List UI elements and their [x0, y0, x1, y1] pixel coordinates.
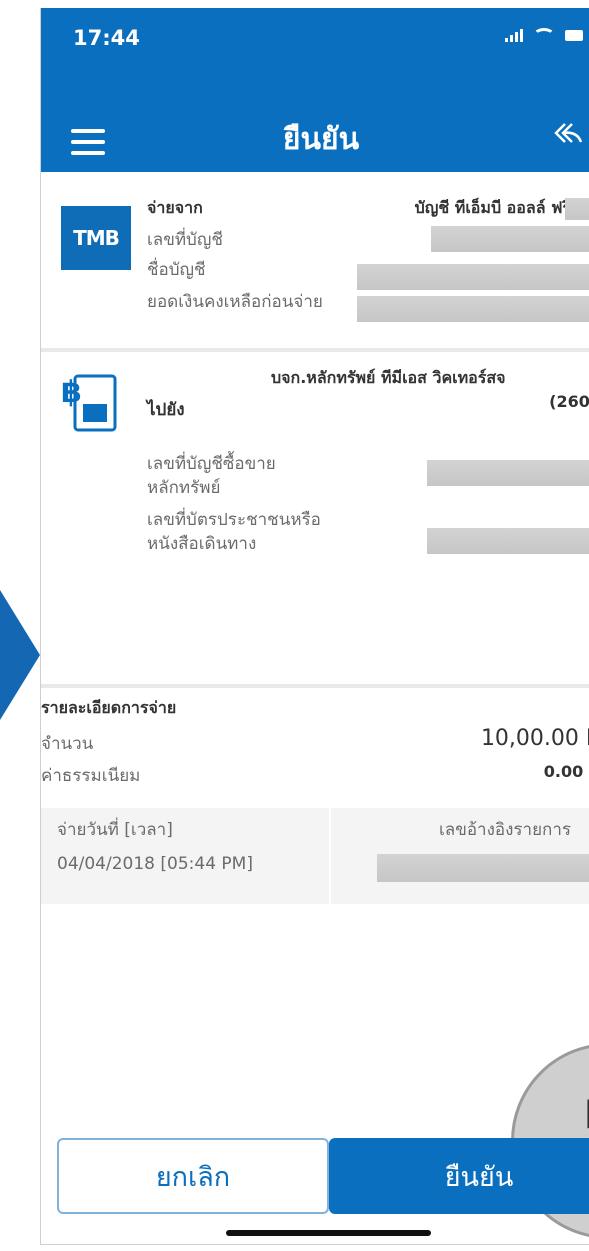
redacted-reference-number	[377, 854, 589, 882]
reply-icon[interactable]	[553, 120, 583, 150]
redacted-account-number	[431, 226, 589, 252]
payee-company-name: บจก.หลักทรัพย์ ทีมีเอส วิคเทอร์สจ	[271, 368, 506, 387]
page-title: ยืนยัน	[282, 122, 360, 157]
cancel-button[interactable]: ยกเลิก	[57, 1138, 329, 1214]
stock-certificate-icon: ฿	[59, 368, 121, 438]
amount-value: 10,00.00 B	[480, 726, 589, 751]
redacted-id-number	[427, 528, 589, 554]
svg-text:฿: ฿	[61, 375, 82, 410]
status-icons	[505, 28, 583, 43]
fee-label: ค่าธรรมเนียม	[41, 766, 141, 786]
phone-screen: 17:44 ยืนยัน TMB จ่ายจาก บัญชี ทีเอ็มบี …	[40, 8, 589, 1245]
trading-account-label-2: หลักทรัพย์	[147, 478, 221, 498]
home-indicator	[226, 1230, 431, 1236]
trading-account-label-1: เลขที่บัญชีซื้อขาย	[147, 454, 276, 474]
redacted-balance	[357, 296, 589, 322]
id-number-label-2: หนังสือเดินทาง	[147, 534, 257, 554]
top-navigation-bar: 17:44 ยืนยัน	[41, 8, 589, 172]
redacted-trading-account	[427, 460, 589, 486]
battery-icon	[565, 30, 583, 41]
balance-label: ยอดเงินคงเหลือก่อนจ่าย	[147, 292, 323, 312]
section-divider	[41, 684, 589, 688]
payment-date-label: จ่ายวันที่ [เวลา]	[57, 820, 173, 840]
reference-number-label: เลขอ้างอิงรายการ	[439, 820, 572, 840]
tmb-logo: TMB	[61, 206, 131, 270]
amount-label: จำนวน	[41, 734, 94, 754]
section-divider	[41, 348, 589, 352]
wifi-icon	[533, 28, 555, 43]
id-number-label-1: เลขที่บัตรประชาชนหรือ	[147, 510, 321, 530]
payment-date-value: 04/04/2018 [05:44 PM]	[57, 854, 253, 874]
redacted-account-name	[357, 264, 589, 290]
status-time: 17:44	[73, 26, 140, 50]
pay-to-label: ไปยัง	[147, 400, 185, 420]
account-name-label: ชื่อบัญชี	[147, 260, 206, 280]
payee-company-code: (2607	[549, 392, 589, 411]
pay-from-label: จ่ายจาก	[147, 198, 203, 217]
confirm-button[interactable]: ยืนยัน	[329, 1138, 589, 1214]
fee-value: 0.00 B	[543, 762, 589, 781]
from-account-type: บัญชี ทีเอ็มบี ออลล์ ฟรี	[414, 198, 571, 217]
redacted-account-type	[565, 198, 589, 220]
signal-icon	[505, 29, 523, 42]
account-number-label: เลขที่บัญชี	[147, 230, 223, 250]
payment-details-header: รายละเอียดการจ่าย	[41, 698, 177, 717]
